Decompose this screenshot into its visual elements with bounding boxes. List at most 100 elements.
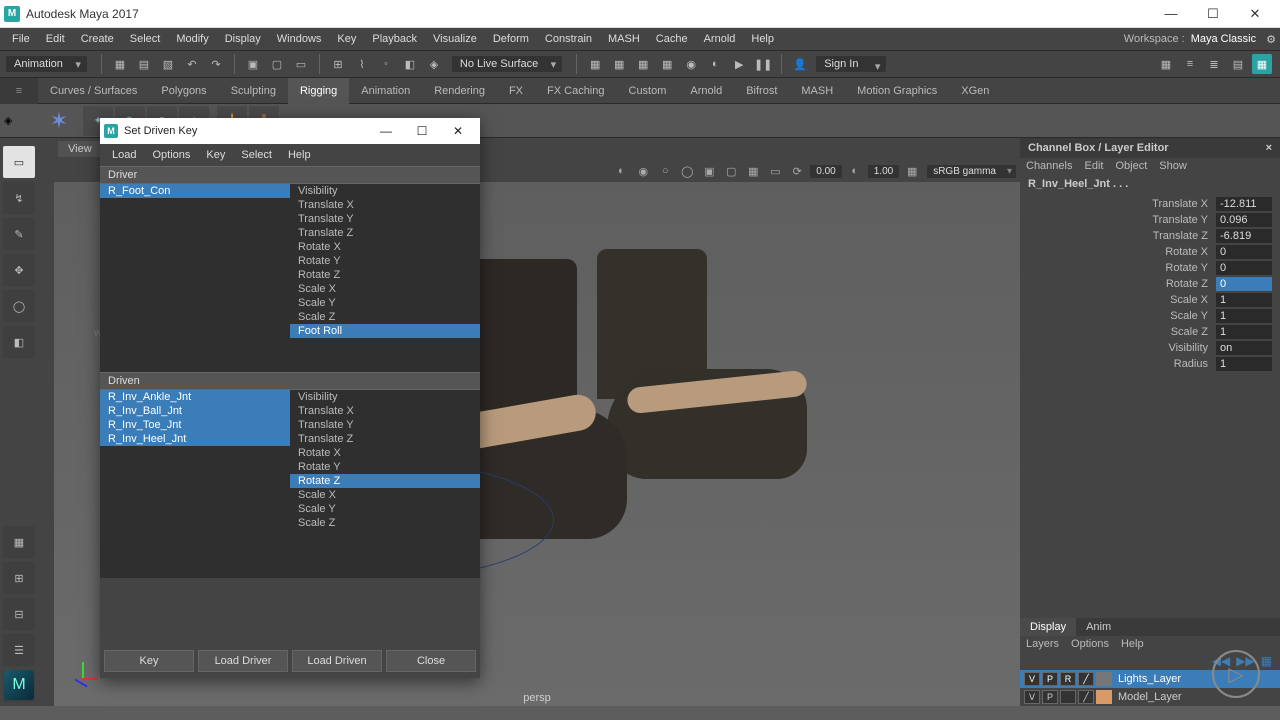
sdk-driven-attr-list[interactable]: VisibilityTranslate XTranslate YTranslat… — [290, 390, 480, 578]
open-scene-icon[interactable]: ▤ — [134, 54, 154, 74]
channel-attr-value[interactable]: 0 — [1216, 245, 1272, 259]
layer-tab-display[interactable]: Display — [1020, 618, 1076, 636]
list-item[interactable]: Visibility — [290, 390, 480, 404]
sdk-menu-key[interactable]: Key — [198, 149, 233, 161]
vp-tex-icon[interactable]: ◯ — [677, 162, 697, 180]
set-driven-key-window[interactable]: M Set Driven Key — ☐ ✕ Load Options Key … — [100, 118, 480, 678]
channel-attr-value[interactable]: 1 — [1216, 357, 1272, 371]
sdk-load-driven-button[interactable]: Load Driven — [292, 650, 382, 672]
undo-icon[interactable]: ↶ — [182, 54, 202, 74]
menu-key[interactable]: Key — [329, 28, 364, 50]
channel-attr-value[interactable]: -6.819 — [1216, 229, 1272, 243]
panel-toggle-1-icon[interactable]: ▦ — [1156, 54, 1176, 74]
list-item[interactable]: Scale Z — [290, 516, 480, 530]
channel-attr-row[interactable]: Translate Z-6.819 — [1020, 228, 1280, 244]
snap-plane-icon[interactable]: ◧ — [400, 54, 420, 74]
layer-tab-anim[interactable]: Anim — [1076, 618, 1121, 636]
live-surface-dropdown[interactable]: No Live Surface — [452, 56, 562, 72]
shelf-arnold[interactable]: Arnold — [678, 78, 734, 104]
render-view-icon[interactable]: ▦ — [657, 54, 677, 74]
layer-p-toggle[interactable]: P — [1042, 690, 1058, 704]
vp-gate-icon[interactable]: ▭ — [765, 162, 785, 180]
shelf-sculpting[interactable]: Sculpting — [219, 78, 288, 104]
mode-dropdown[interactable]: Animation — [6, 56, 87, 72]
channel-attr-value[interactable]: 0 — [1216, 277, 1272, 291]
shelf-custom[interactable]: Custom — [617, 78, 679, 104]
list-item[interactable]: Scale X — [290, 488, 480, 502]
menu-select[interactable]: Select — [122, 28, 169, 50]
layer-r-toggle[interactable]: R — [1060, 672, 1076, 686]
layer-menu-help[interactable]: Help — [1121, 638, 1144, 650]
layer-v-toggle[interactable]: V — [1024, 690, 1040, 704]
list-item[interactable]: Translate Y — [290, 212, 480, 226]
channel-object-name[interactable]: R_Inv_Heel_Jnt . . . — [1020, 176, 1280, 196]
layer-v-toggle[interactable]: V — [1024, 672, 1040, 686]
channel-attr-row[interactable]: Scale X1 — [1020, 292, 1280, 308]
menu-cache[interactable]: Cache — [648, 28, 696, 50]
shelf-fx[interactable]: FX — [497, 78, 535, 104]
select-tool[interactable]: ▭ — [3, 146, 35, 178]
shelf-motiongraphics[interactable]: Motion Graphics — [845, 78, 949, 104]
vp-gamma-icon[interactable]: ◐ — [845, 162, 865, 180]
sdk-minimize-button[interactable]: — — [368, 118, 404, 144]
list-item[interactable]: Scale Y — [290, 502, 480, 516]
channel-attr-row[interactable]: Rotate Y0 — [1020, 260, 1280, 276]
render-icon[interactable]: ▦ — [585, 54, 605, 74]
channel-attr-value[interactable]: on — [1216, 341, 1272, 355]
layout-outliner-icon[interactable]: ☰ — [3, 634, 35, 666]
menu-arnold[interactable]: Arnold — [696, 28, 744, 50]
panel-toggle-4-icon[interactable]: ▤ — [1228, 54, 1248, 74]
panel-toggle-3-icon[interactable]: ≣ — [1204, 54, 1224, 74]
video-play-overlay-icon[interactable]: ▷ — [1212, 650, 1260, 698]
list-item[interactable]: Translate X — [290, 404, 480, 418]
shelf-mash[interactable]: MASH — [789, 78, 845, 104]
shelf-handle[interactable]: ≡ — [0, 78, 38, 104]
channel-attr-row[interactable]: Translate Y0.096 — [1020, 212, 1280, 228]
cb-tab-channels[interactable]: Channels — [1026, 160, 1072, 172]
layout-single-icon[interactable]: ▦ — [3, 526, 35, 558]
account-icon[interactable]: 👤 — [790, 54, 810, 74]
list-item[interactable]: R_Inv_Ankle_Jnt — [100, 390, 290, 404]
menu-file[interactable]: File — [4, 28, 38, 50]
layer-r-toggle[interactable] — [1060, 690, 1076, 704]
rotate-tool[interactable]: ◯ — [3, 290, 35, 322]
window-maximize-button[interactable]: ☐ — [1192, 0, 1234, 28]
sdk-menu-options[interactable]: Options — [144, 149, 198, 161]
list-item[interactable]: Rotate Z — [290, 268, 480, 282]
snap-grid-icon[interactable]: ⊞ — [328, 54, 348, 74]
move-tool[interactable]: ✥ — [3, 254, 35, 286]
vp-light-icon[interactable]: ◉ — [633, 162, 653, 180]
menu-visualize[interactable]: Visualize — [425, 28, 485, 50]
vp-gamma-field[interactable]: 1.00 — [868, 165, 899, 178]
channel-attr-row[interactable]: Rotate Z0 — [1020, 276, 1280, 292]
cb-tab-show[interactable]: Show — [1159, 160, 1187, 172]
cb-tab-object[interactable]: Object — [1115, 160, 1147, 172]
workspace-dropdown[interactable]: Maya Classic — [1191, 33, 1256, 45]
list-item[interactable]: Translate Z — [290, 432, 480, 446]
layer-color-swatch[interactable] — [1096, 690, 1112, 704]
light-icon[interactable]: ◐ — [705, 54, 725, 74]
signin-dropdown[interactable]: Sign In▾ — [816, 56, 886, 72]
lasso-tool[interactable]: ↯ — [3, 182, 35, 214]
menu-deform[interactable]: Deform — [485, 28, 537, 50]
list-item[interactable]: Rotate Z — [290, 474, 480, 488]
pause-icon[interactable]: ❚❚ — [753, 54, 773, 74]
layer-color-swatch[interactable] — [1096, 672, 1112, 686]
shelf-rigging[interactable]: Rigging — [288, 78, 349, 104]
panel-toggle-5-icon[interactable]: ▦ — [1252, 54, 1272, 74]
vp-grid-icon[interactable]: ▦ — [743, 162, 763, 180]
shelf-collapse-icon[interactable]: ◈ — [4, 114, 36, 127]
list-item[interactable]: Rotate Y — [290, 460, 480, 474]
list-item[interactable]: Translate Y — [290, 418, 480, 432]
cb-tab-edit[interactable]: Edit — [1084, 160, 1103, 172]
channel-attr-row[interactable]: Visibilityon — [1020, 340, 1280, 356]
panel-close-icon[interactable]: × — [1266, 142, 1272, 154]
shelf-bifrost[interactable]: Bifrost — [734, 78, 789, 104]
shelf-fxcaching[interactable]: FX Caching — [535, 78, 616, 104]
shelf-curves[interactable]: Curves / Surfaces — [38, 78, 149, 104]
sdk-menu-help[interactable]: Help — [280, 149, 319, 161]
channel-attr-value[interactable]: -12.811 — [1216, 197, 1272, 211]
list-item[interactable]: Translate Z — [290, 226, 480, 240]
shelf-polygons[interactable]: Polygons — [149, 78, 218, 104]
snap-point-icon[interactable]: ◦ — [376, 54, 396, 74]
